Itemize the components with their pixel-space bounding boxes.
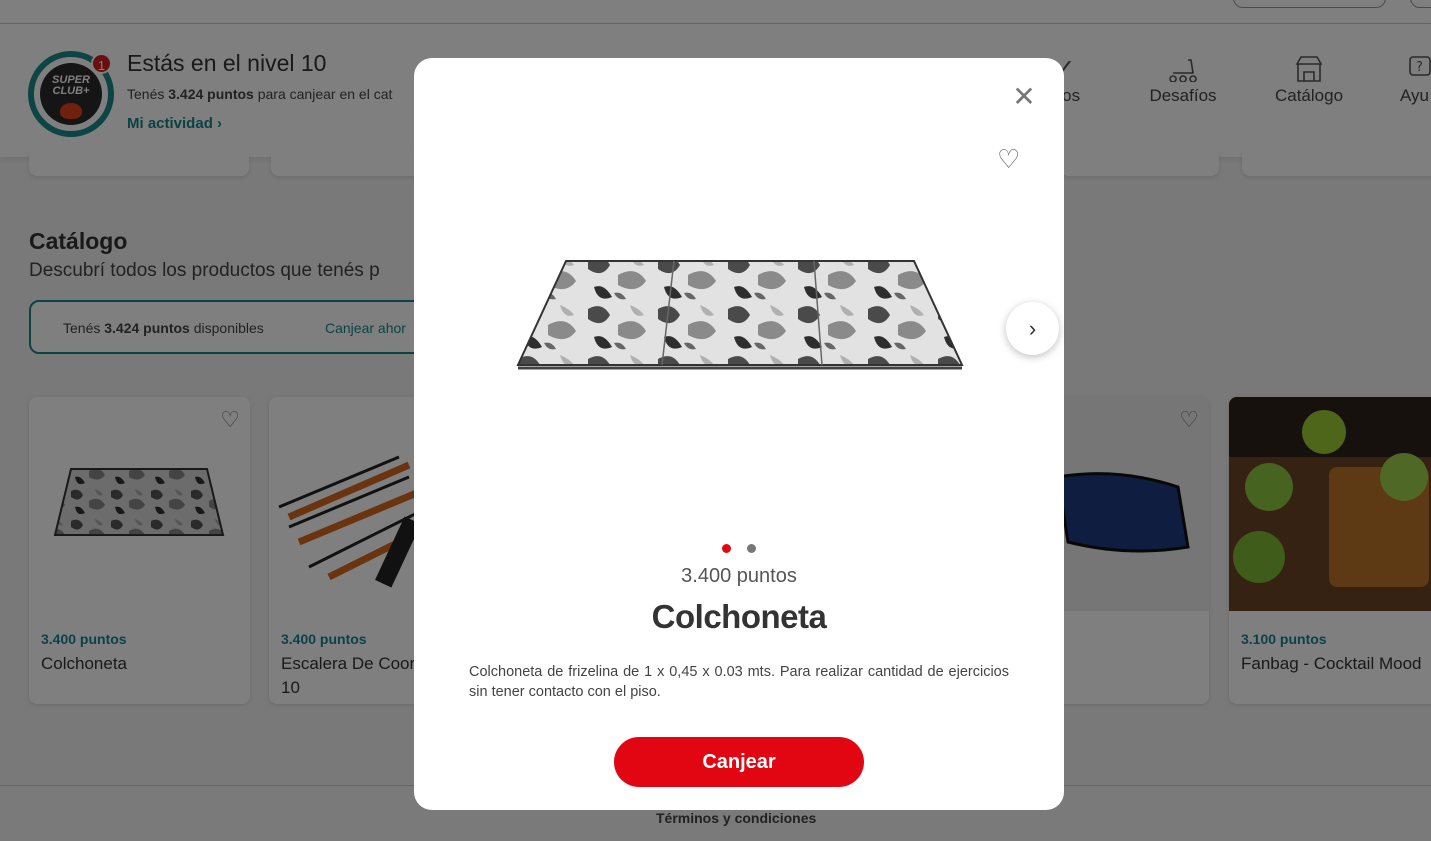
carousel-dot-active[interactable] — [722, 544, 731, 553]
canjear-button[interactable]: Canjear — [614, 737, 864, 787]
chevron-right-icon[interactable]: › — [1006, 302, 1059, 355]
close-icon[interactable]: ✕ — [1009, 82, 1039, 112]
product-detail-modal: ✕ ♡ › 3.400 puntos Colchoneta Colchoneta… — [414, 58, 1064, 810]
modal-points: 3.400 puntos — [681, 565, 797, 587]
product-image — [514, 253, 964, 378]
carousel-dots — [722, 540, 772, 558]
heart-icon[interactable]: ♡ — [997, 144, 1020, 175]
modal-title: Colchoneta — [651, 598, 827, 635]
modal-description: Colchoneta de frizelina de 1 x 0,45 x 0.… — [469, 664, 1009, 700]
carousel-dot[interactable] — [747, 544, 756, 553]
